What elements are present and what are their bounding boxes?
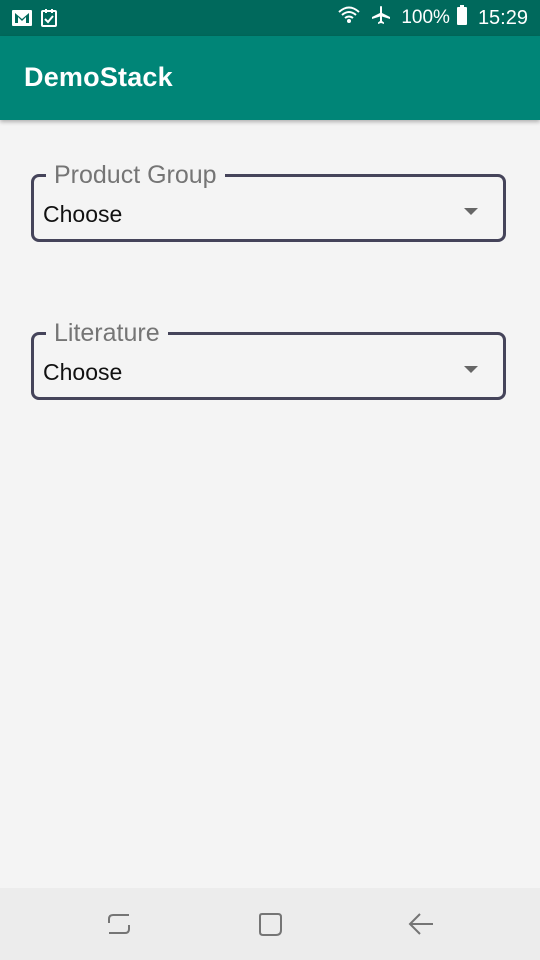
product-group-selected-value: Choose xyxy=(43,201,123,227)
recent-apps-button[interactable] xyxy=(105,912,133,940)
checkbox-notification-icon xyxy=(41,9,57,32)
dropdown-arrow-icon xyxy=(464,208,478,215)
literature-label: Literature xyxy=(46,319,168,347)
product-group-dropdown[interactable]: Product Group Choose xyxy=(31,161,506,242)
status-time: 15:29 xyxy=(477,6,528,29)
app-bar: DemoStack xyxy=(0,36,540,120)
battery-percentage: 100% xyxy=(401,7,450,28)
recent-apps-icon xyxy=(105,910,133,943)
dropdown-arrow-icon xyxy=(464,366,478,373)
literature-dropdown[interactable]: Literature Choose xyxy=(31,319,506,400)
home-button[interactable] xyxy=(256,912,284,940)
back-icon xyxy=(407,910,435,943)
navigation-bar xyxy=(0,888,540,960)
status-notifications xyxy=(12,9,57,32)
product-group-label: Product Group xyxy=(46,161,225,189)
gmail-icon xyxy=(12,10,32,31)
battery-icon xyxy=(456,5,468,31)
status-system: 100% 15:29 xyxy=(337,0,528,36)
airplane-mode-icon xyxy=(371,5,391,31)
app-title: DemoStack xyxy=(24,62,173,92)
home-icon xyxy=(256,910,284,943)
wifi-icon xyxy=(337,5,361,31)
literature-selected-value: Choose xyxy=(43,359,123,385)
back-button[interactable] xyxy=(407,912,435,940)
status-bar: 100% 15:29 xyxy=(0,0,540,36)
